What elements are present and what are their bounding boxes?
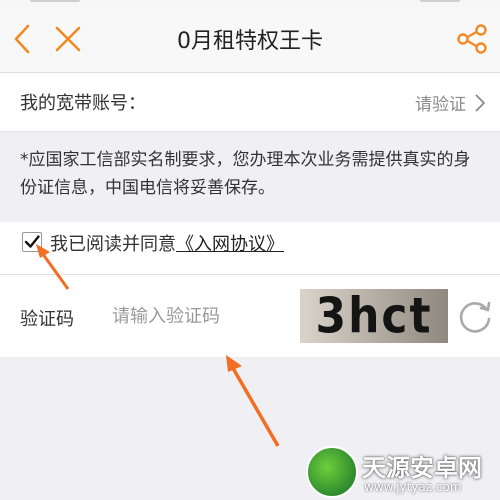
chevron-right-icon [475,94,485,112]
verification-code-input[interactable] [112,301,292,331]
captcha-image[interactable]: 3hct [300,287,448,345]
close-icon [55,26,81,52]
refresh-icon[interactable] [456,298,494,336]
watermark-logo-icon [306,446,358,498]
network-agreement-link[interactable]: 《入网协议》 [176,234,284,255]
agreement-text-wrap: 我已阅读并同意《入网协议》 [50,230,284,256]
watermark-url: www.jytyaz.com [364,480,462,494]
share-button[interactable] [450,6,494,72]
agreement-text: 我已阅读并同意 [50,234,176,255]
verify-link[interactable]: 请验证 [415,90,466,115]
close-button[interactable] [48,6,88,72]
nav-header: 0月租特权王卡 [0,6,500,73]
page-title: 0月租特权王卡 [177,29,323,54]
agreement-row: 我已阅读并同意《入网协议》 [0,222,500,275]
verification-code-row: 验证码 3hct [0,275,500,357]
status-bar-left [30,0,80,2]
watermark: 天源安卓网 www.jytyaz.com [300,440,500,500]
watermark-title: 天源安卓网 [362,454,482,482]
share-icon [457,24,487,54]
back-button[interactable] [4,6,40,72]
checkmark-icon [24,235,40,248]
real-name-notice: *应国家工信部实名制要求，您办理本次业务需提供真实的身份证信息，中国电信将妥善保… [20,150,471,198]
annotation-arrow-captcha [226,355,280,447]
chevron-left-icon [14,24,30,54]
verification-code-label: 验证码 [20,309,74,330]
agreement-checkbox[interactable] [22,232,42,252]
status-bar-right [420,0,460,2]
broadband-account-label: 我的宽带账号： [20,93,146,114]
broadband-account-row[interactable]: 我的宽带账号： 请验证 [0,73,500,132]
captcha-text: 3hct [315,287,433,345]
